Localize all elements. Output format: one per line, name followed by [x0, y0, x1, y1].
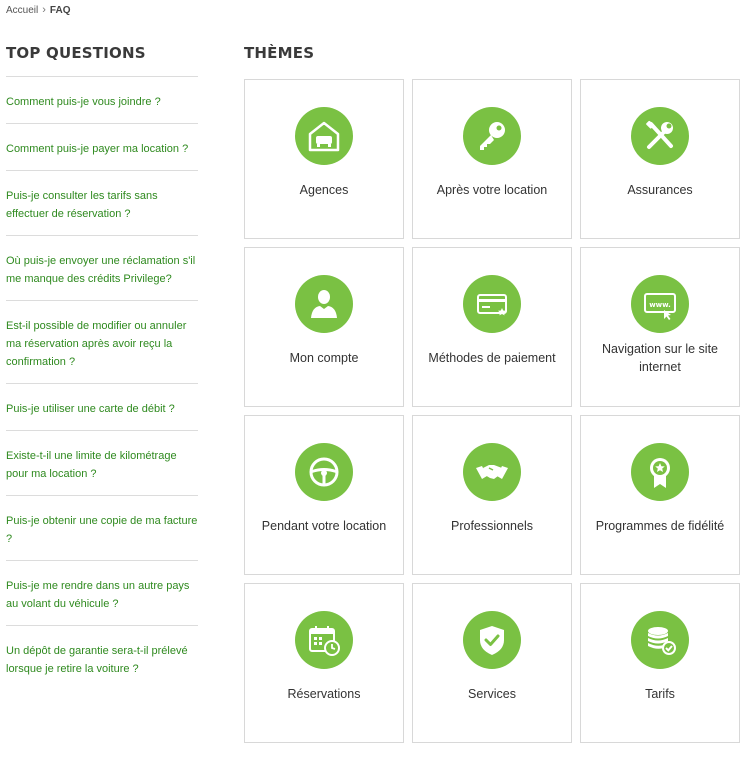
- themes-title: THÈMES: [244, 44, 315, 62]
- user-icon: [295, 275, 353, 333]
- question-link[interactable]: Comment puis-je vous joindre ?: [6, 77, 198, 124]
- theme-tile-programmes-fidelite[interactable]: Programmes de fidélité: [580, 415, 740, 575]
- breadcrumb-home-link[interactable]: Accueil: [6, 5, 38, 16]
- theme-label: Réservations: [287, 687, 361, 701]
- question-link[interactable]: Puis-je utiliser une carte de débit ?: [6, 384, 198, 431]
- handshake-icon: [463, 443, 521, 501]
- theme-tile-methodes-paiement[interactable]: Méthodes de paiement: [412, 247, 572, 407]
- breadcrumb: Accueil › FAQ: [6, 4, 70, 16]
- question-link[interactable]: Puis-je consulter les tarifs sans effect…: [6, 171, 198, 236]
- question-link[interactable]: Puis-je obtenir une copie de ma facture …: [6, 496, 198, 561]
- credit-card-icon: [463, 275, 521, 333]
- theme-tile-mon-compte[interactable]: Mon compte: [244, 247, 404, 407]
- themes-panel: THÈMES Agences Après votre location Assu…: [244, 44, 740, 743]
- top-questions-list: Comment puis-je vous joindre ? Comment p…: [6, 76, 198, 690]
- theme-tile-tarifs[interactable]: Tarifs: [580, 583, 740, 743]
- theme-tile-apres-location[interactable]: Après votre location: [412, 79, 572, 239]
- theme-tile-assurances[interactable]: Assurances: [580, 79, 740, 239]
- question-link[interactable]: Comment puis-je payer ma location ?: [6, 124, 198, 171]
- key-icon: [463, 107, 521, 165]
- theme-label: Tarifs: [645, 687, 675, 701]
- question-link[interactable]: Est-il possible de modifier ou annuler m…: [6, 301, 198, 384]
- question-link[interactable]: Un dépôt de garantie sera-t-il prélevé l…: [6, 626, 198, 690]
- themes-grid: Agences Après votre location Assurances …: [244, 79, 740, 743]
- top-questions-panel: TOP QUESTIONS Comment puis-je vous joind…: [6, 44, 198, 690]
- theme-label: Après votre location: [436, 183, 548, 197]
- theme-tile-navigation-site[interactable]: www. Navigation sur le site internet: [580, 247, 740, 407]
- question-link[interactable]: Puis-je me rendre dans un autre pays au …: [6, 561, 198, 626]
- breadcrumb-current: FAQ: [49, 4, 71, 16]
- theme-label: Assurances: [627, 183, 693, 197]
- theme-label: Mon compte: [289, 351, 359, 365]
- www-icon: www.: [631, 275, 689, 333]
- award-badge-icon: [631, 443, 689, 501]
- coins-check-icon: [631, 611, 689, 669]
- theme-label: Méthodes de paiement: [428, 351, 556, 365]
- theme-tile-reservations[interactable]: Réservations: [244, 583, 404, 743]
- question-link[interactable]: Existe-t-il une limite de kilométrage po…: [6, 431, 198, 496]
- question-link[interactable]: Où puis-je envoyer une réclamation s'il …: [6, 236, 198, 301]
- theme-label: Agences: [299, 183, 349, 197]
- theme-tile-services[interactable]: Services: [412, 583, 572, 743]
- shield-check-icon: [463, 611, 521, 669]
- theme-tile-pendant-location[interactable]: Pendant votre location: [244, 415, 404, 575]
- tools-icon: [631, 107, 689, 165]
- theme-label: Programmes de fidélité: [595, 519, 725, 533]
- theme-tile-agences[interactable]: Agences: [244, 79, 404, 239]
- theme-label: Pendant votre location: [261, 519, 387, 533]
- svg-text:www.: www.: [649, 301, 671, 309]
- theme-label: Navigation sur le site internet: [601, 342, 719, 374]
- theme-tile-professionnels[interactable]: Professionnels: [412, 415, 572, 575]
- theme-label: Services: [468, 687, 516, 701]
- garage-car-icon: [295, 107, 353, 165]
- calendar-clock-icon: [295, 611, 353, 669]
- theme-label: Professionnels: [451, 519, 533, 533]
- steering-wheel-icon: [295, 443, 353, 501]
- chevron-right-icon: ›: [42, 4, 46, 16]
- top-questions-title: TOP QUESTIONS: [6, 44, 146, 62]
